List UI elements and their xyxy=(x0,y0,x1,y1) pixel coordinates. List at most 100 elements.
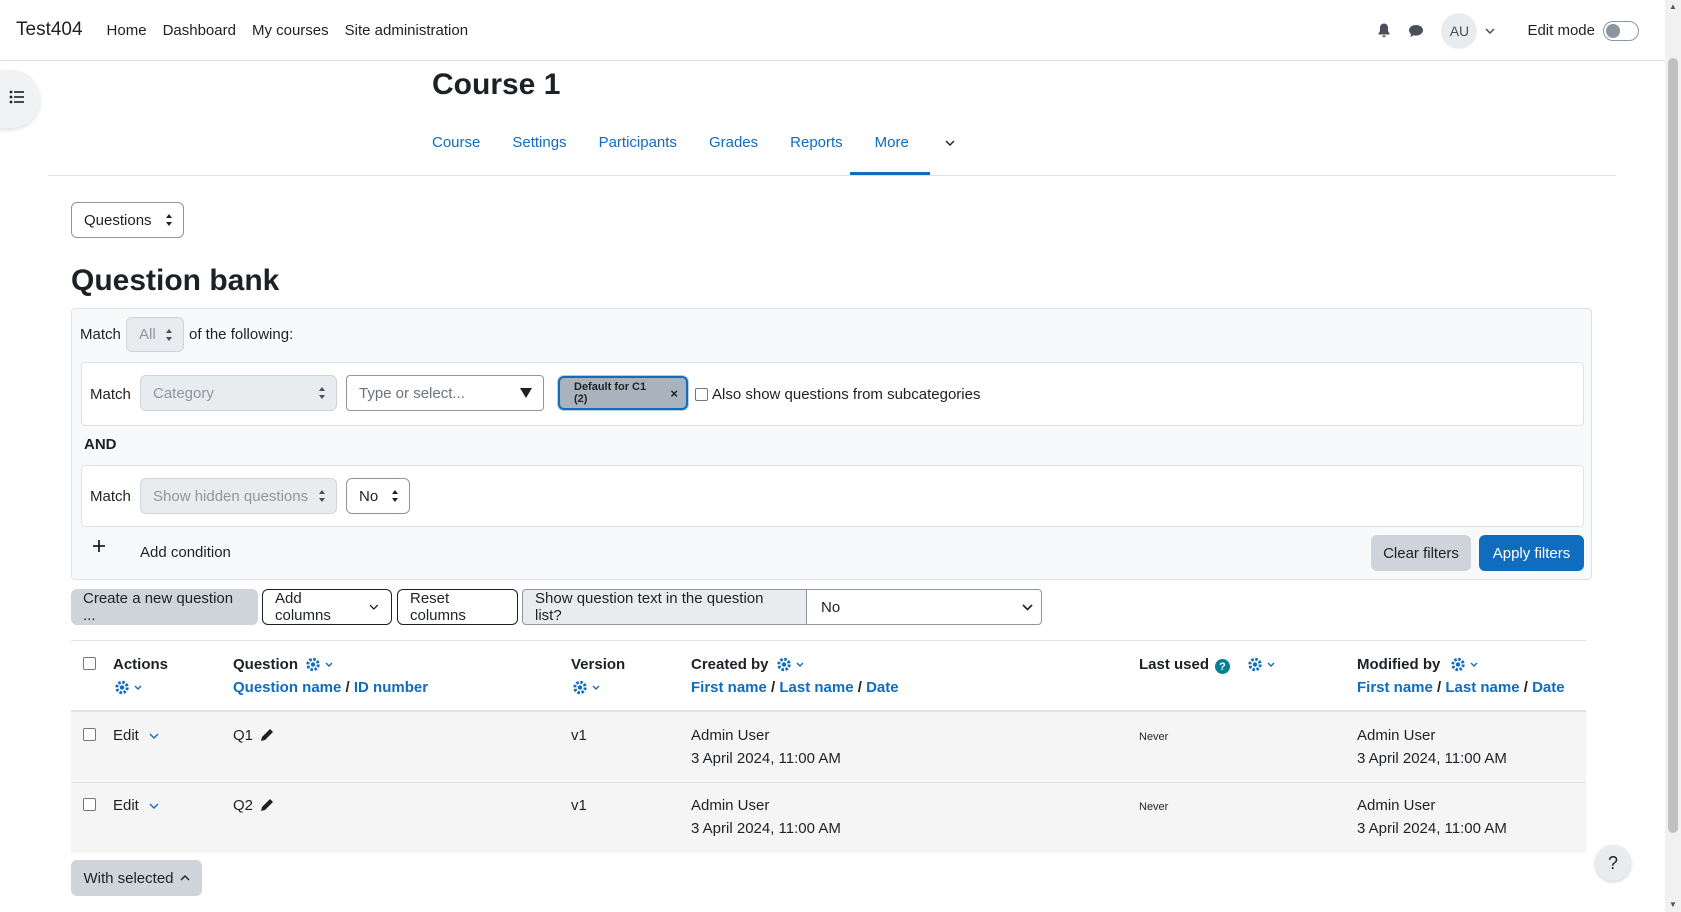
page-scrollbar[interactable]: ▲ ▼ xyxy=(1665,0,1681,912)
gear-icon[interactable] xyxy=(306,657,333,672)
gear-icon[interactable] xyxy=(1248,657,1275,672)
modified-date: 3 April 2024, 11:00 AM xyxy=(1357,820,1507,837)
modified-by-name: Admin User xyxy=(1357,797,1436,814)
top-navbar: Test404 Home Dashboard My courses Site a… xyxy=(0,0,1665,61)
selected-category-chip[interactable]: Default for C1 (2) × xyxy=(558,376,688,410)
gear-icon[interactable] xyxy=(115,680,142,695)
site-brand[interactable]: Test404 xyxy=(16,19,83,41)
scroll-thumb[interactable] xyxy=(1668,58,1678,833)
add-condition-button[interactable]: Add condition xyxy=(140,544,231,561)
match-all-select[interactable]: All xyxy=(126,317,184,352)
toggle-knob xyxy=(1606,23,1620,38)
add-columns-label: Add columns xyxy=(275,590,331,624)
condition-type-value: Show hidden questions xyxy=(153,487,309,505)
sort-id-number-link[interactable]: ID number xyxy=(354,679,428,696)
subcategories-checkbox[interactable] xyxy=(695,388,708,401)
nav-dashboard[interactable]: Dashboard xyxy=(163,22,236,39)
of-following-label: of the following: xyxy=(189,326,294,343)
gear-icon[interactable] xyxy=(573,680,600,695)
sort-arrows-icon xyxy=(319,387,325,399)
show-question-text-label: Show question text in the question list? xyxy=(522,589,807,625)
hidden-questions-value: No xyxy=(359,487,379,505)
header-separator: / xyxy=(345,679,350,696)
pencil-icon[interactable] xyxy=(259,797,275,817)
question-name: Q1 xyxy=(233,727,254,744)
table-row xyxy=(71,712,1586,782)
sort-modified-last-name-link[interactable]: Last name xyxy=(1445,679,1519,696)
sort-created-first-name-link[interactable]: First name xyxy=(691,679,767,696)
create-new-question-button[interactable]: Create a new question ... xyxy=(71,589,258,625)
condition-type-select[interactable]: Show hidden questions xyxy=(140,478,337,514)
column-header-last-used: Last used xyxy=(1139,656,1210,673)
plus-icon[interactable] xyxy=(92,539,106,557)
tab-reports[interactable]: Reports xyxy=(790,134,843,151)
row-select-checkbox[interactable] xyxy=(83,728,96,741)
tab-course[interactable]: Course xyxy=(432,134,480,151)
close-icon[interactable]: × xyxy=(670,386,678,401)
reset-columns-button[interactable]: Reset columns xyxy=(397,589,518,625)
sort-modified-date-link[interactable]: Date xyxy=(1532,679,1565,696)
chevron-down-icon xyxy=(1022,604,1033,611)
with-selected-label: With selected xyxy=(83,869,174,887)
category-autocomplete-input[interactable]: Type or select... xyxy=(346,375,544,411)
tab-settings[interactable]: Settings xyxy=(512,134,566,151)
condition-category: Match Category Type or select... Default… xyxy=(81,362,1584,426)
tab-grades[interactable]: Grades xyxy=(709,134,758,151)
show-question-text-select[interactable]: No xyxy=(807,589,1042,625)
chat-icon[interactable] xyxy=(1407,22,1425,40)
header-separator: / xyxy=(1437,679,1442,696)
filter-panel: Match All of the following: Match Catego… xyxy=(71,308,1592,580)
question-bank-page-select[interactable]: Questions xyxy=(71,202,184,238)
row-select-checkbox[interactable] xyxy=(83,798,96,811)
avatar[interactable]: AU xyxy=(1441,12,1478,49)
chevron-down-icon xyxy=(369,604,379,610)
modified-by-name: Admin User xyxy=(1357,727,1436,744)
scroll-down-arrow-icon[interactable]: ▼ xyxy=(1668,900,1678,910)
primary-navigation: Home Dashboard My courses Site administr… xyxy=(107,22,485,39)
selected-category-label: Default for C1 (2) xyxy=(574,381,647,405)
condition-type-select[interactable]: Category xyxy=(140,375,337,411)
condition-type-value: Category xyxy=(153,384,214,402)
clear-filters-button[interactable]: Clear filters xyxy=(1371,535,1471,571)
sort-created-date-link[interactable]: Date xyxy=(866,679,899,696)
caret-down-icon[interactable] xyxy=(519,387,533,399)
sort-question-name-link[interactable]: Question name xyxy=(233,679,341,696)
apply-filters-button[interactable]: Apply filters xyxy=(1479,535,1584,571)
created-date: 3 April 2024, 11:00 AM xyxy=(691,820,841,837)
chevron-down-icon[interactable] xyxy=(1485,27,1495,34)
help-button[interactable]: ? xyxy=(1595,845,1631,881)
course-index-toggle[interactable] xyxy=(0,70,40,128)
tab-more[interactable]: More xyxy=(875,134,955,151)
help-icon[interactable]: ? xyxy=(1215,659,1230,674)
last-used-value: Never xyxy=(1139,801,1169,813)
nav-my-courses[interactable]: My courses xyxy=(252,22,329,39)
question-version: v1 xyxy=(571,797,587,814)
sort-arrows-icon xyxy=(166,329,172,341)
hidden-questions-select[interactable]: No xyxy=(346,478,410,514)
row-edit-menu[interactable]: Edit xyxy=(113,797,159,814)
question-bank-page-select-value: Questions xyxy=(84,211,152,229)
with-selected-button[interactable]: With selected xyxy=(71,860,202,896)
column-header-version: Version xyxy=(571,656,626,673)
sort-created-last-name-link[interactable]: Last name xyxy=(779,679,853,696)
header-divider xyxy=(48,175,1616,176)
sort-modified-first-name-link[interactable]: First name xyxy=(1357,679,1433,696)
edit-mode-toggle[interactable] xyxy=(1603,20,1639,41)
bell-icon[interactable] xyxy=(1375,22,1393,40)
nav-home[interactable]: Home xyxy=(107,22,147,39)
row-edit-menu[interactable]: Edit xyxy=(113,727,159,744)
select-all-checkbox[interactable] xyxy=(83,657,96,670)
condition-hidden-questions: Match Show hidden questions No xyxy=(81,465,1584,527)
condition-match-label: Match xyxy=(90,488,131,505)
sort-arrows-icon xyxy=(392,490,398,502)
nav-site-administration[interactable]: Site administration xyxy=(345,22,468,39)
sort-by-modifier: First name / Last name / Date xyxy=(1357,679,1565,696)
scroll-up-arrow-icon[interactable]: ▲ xyxy=(1668,2,1678,12)
pencil-icon[interactable] xyxy=(259,727,275,747)
tab-participants[interactable]: Participants xyxy=(599,134,677,151)
row-edit-label: Edit xyxy=(113,727,139,744)
add-columns-button[interactable]: Add columns xyxy=(262,589,392,625)
gear-icon[interactable] xyxy=(1451,657,1478,672)
table-top-divider xyxy=(71,640,1586,641)
gear-icon[interactable] xyxy=(777,657,804,672)
